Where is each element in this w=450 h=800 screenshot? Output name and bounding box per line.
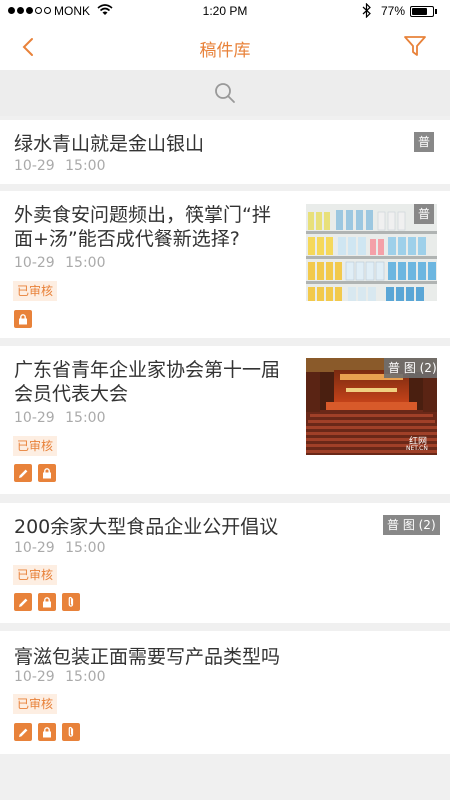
list-item[interactable]: 200余家大型食品企业公开倡议 10-29 15:00 已审核 普 图 (2) [0, 503, 450, 623]
nav-bar: 稿件库 [0, 22, 450, 70]
list-item[interactable]: 绿水青山就是金山银山 10-29 15:00 普 [0, 120, 450, 184]
status-badge: 已审核 [13, 694, 58, 714]
pencil-icon[interactable] [14, 464, 32, 482]
type-badge: 普 [414, 132, 435, 152]
list-item[interactable]: 广东省青年企业家协会第十一届 会员代表大会 10-29 15:00 已审核 普 … [0, 346, 450, 494]
article-title: 外卖食安问题频出，筷掌门“拌 面+汤”能否成代餐新选择? [14, 204, 271, 250]
status-bar: MONK 1:20 PM 77% [0, 0, 450, 22]
article-time: 10-29 15:00 [14, 540, 106, 556]
article-title: 200余家大型食品企业公开倡议 [14, 516, 279, 538]
lock-icon [38, 593, 56, 611]
article-time: 10-29 15:00 [14, 158, 106, 174]
lock-icon [14, 310, 32, 328]
type-badge: 普 [414, 204, 435, 224]
paperclip-icon[interactable] [62, 723, 80, 741]
article-title: 广东省青年企业家协会第十一届 会员代表大会 [14, 359, 281, 405]
lock-icon [38, 464, 56, 482]
article-title: 绿水青山就是金山银山 [14, 133, 205, 155]
article-time: 10-29 15:00 [14, 410, 106, 426]
article-thumbnail: 普 [306, 204, 437, 301]
filter-icon[interactable] [402, 33, 428, 59]
lock-icon [38, 723, 56, 741]
status-badge: 已审核 [13, 436, 58, 456]
list-item[interactable]: 膏滋包装正面需要写产品类型吗 10-29 15:00 已审核 [0, 631, 450, 754]
status-badge: 已审核 [13, 565, 58, 585]
article-time: 10-29 15:00 [14, 669, 106, 685]
image-watermark-sub: NET.CN [406, 445, 428, 452]
paperclip-icon[interactable] [62, 593, 80, 611]
article-time: 10-29 15:00 [14, 255, 106, 271]
pencil-icon[interactable] [14, 593, 32, 611]
pencil-icon[interactable] [14, 723, 32, 741]
search-bar[interactable] [0, 70, 450, 116]
page-title: 稿件库 [199, 41, 251, 61]
article-thumbnail: 普 图 (2) 红网 NET.CN [306, 358, 437, 455]
article-title: 膏滋包装正面需要写产品类型吗 [14, 646, 281, 668]
type-badge: 普 图 (2) [383, 515, 440, 535]
status-badge: 已审核 [13, 281, 58, 301]
battery-percent: 77% [381, 4, 406, 18]
type-badge: 普 图 (2) [384, 358, 437, 378]
bluetooth-icon [362, 3, 371, 18]
list-item[interactable]: 外卖食安问题频出，筷掌门“拌 面+汤”能否成代餐新选择? 10-29 15:00… [0, 191, 450, 338]
search-icon[interactable] [214, 82, 236, 104]
battery-icon [410, 6, 434, 17]
